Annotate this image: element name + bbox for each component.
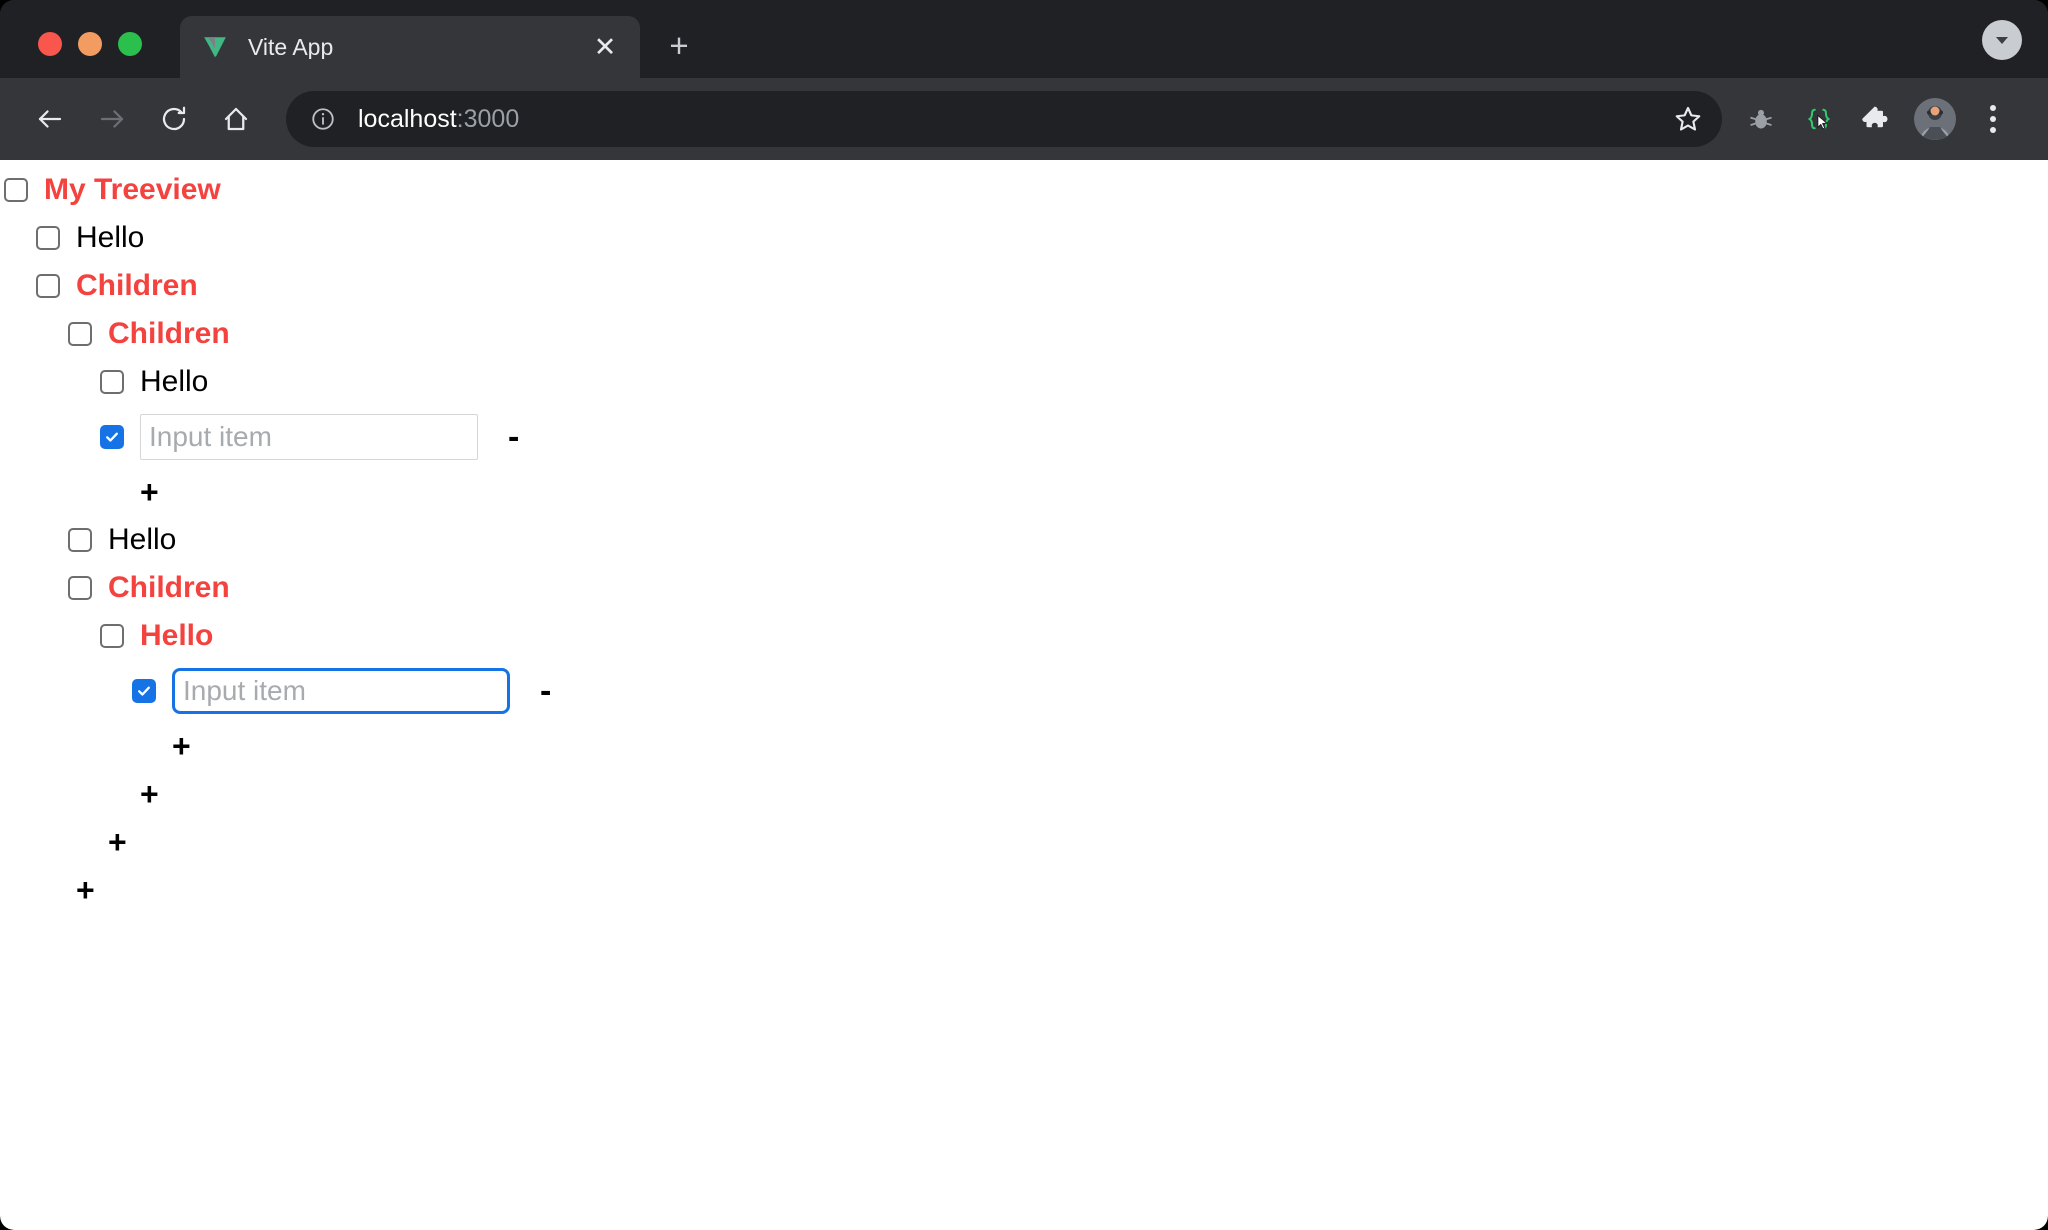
- tree-item-label: Hello: [140, 619, 214, 652]
- page-content: My Treeview Hello Children Children Hello - + H…: [0, 160, 2048, 1230]
- url-host: localhost: [358, 104, 457, 133]
- traffic-lights: [0, 32, 142, 78]
- tab-title: Vite App: [248, 35, 334, 59]
- add-item-button-row: +: [0, 866, 2048, 914]
- tree-node-row: Children: [0, 564, 2048, 612]
- tree-item-checkbox[interactable]: [68, 528, 92, 552]
- puzzle-extensions-icon[interactable]: [1848, 90, 1906, 148]
- avatar-image: [1914, 98, 1956, 140]
- tree-item-checkbox[interactable]: [100, 624, 124, 648]
- tabstrip-right-controls: [1982, 20, 2048, 78]
- tree-node-row: Hello: [0, 516, 2048, 564]
- tree-item-input[interactable]: [172, 668, 510, 714]
- remove-item-button[interactable]: -: [540, 674, 551, 708]
- tree-node-row: Hello: [0, 214, 2048, 262]
- reload-button[interactable]: [146, 91, 202, 147]
- url-text: localhost:3000: [358, 104, 520, 133]
- home-button[interactable]: [208, 91, 264, 147]
- tree-item-checkbox[interactable]: [4, 178, 28, 202]
- info-circle-icon[interactable]: [308, 104, 338, 134]
- new-tab-button[interactable]: +: [654, 20, 704, 70]
- treeview: My Treeview Hello Children Children Hello - + H…: [0, 160, 2048, 914]
- tree-item-label: Hello: [108, 523, 177, 556]
- tree-input-row: -: [0, 406, 2048, 468]
- add-item-button[interactable]: +: [140, 778, 159, 810]
- add-item-button-row: +: [0, 468, 2048, 516]
- url-port: :3000: [456, 104, 520, 133]
- tree-node-row: Hello: [0, 612, 2048, 660]
- browser-toolbar: localhost:3000: [0, 78, 2048, 160]
- avatar[interactable]: [1906, 90, 1964, 148]
- add-item-button[interactable]: +: [108, 826, 127, 858]
- tree-item-checkbox[interactable]: [100, 425, 124, 449]
- code-cursor-extension-icon[interactable]: [1790, 90, 1848, 148]
- back-button[interactable]: [22, 91, 78, 147]
- tree-item-label: Children: [108, 571, 230, 604]
- tree-node-row: Hello: [0, 358, 2048, 406]
- add-item-button[interactable]: +: [140, 476, 159, 508]
- add-item-button-row: +: [0, 722, 2048, 770]
- tree-input-row: -: [0, 660, 2048, 722]
- maximize-window-button[interactable]: [118, 32, 142, 56]
- tree-item-checkbox[interactable]: [100, 370, 124, 394]
- browser-tab[interactable]: Vite App ✕: [180, 16, 640, 78]
- add-item-button-row: +: [0, 818, 2048, 866]
- tree-item-input[interactable]: [140, 414, 478, 460]
- tree-item-checkbox[interactable]: [68, 322, 92, 346]
- tree-item-checkbox[interactable]: [68, 576, 92, 600]
- vite-vue-logo-icon: [202, 34, 228, 60]
- tree-item-checkbox[interactable]: [132, 679, 156, 703]
- toolbar-actions: [1732, 90, 2022, 148]
- tree-item-checkbox[interactable]: [36, 226, 60, 250]
- kebab-dots: [1990, 105, 1996, 133]
- tree-item-checkbox[interactable]: [36, 274, 60, 298]
- tree-node-row: Children: [0, 310, 2048, 358]
- minimize-window-button[interactable]: [78, 32, 102, 56]
- remove-item-button[interactable]: -: [508, 420, 519, 454]
- tab-strip: Vite App ✕ +: [0, 0, 2048, 78]
- add-item-button[interactable]: +: [76, 874, 95, 906]
- address-bar[interactable]: localhost:3000: [286, 91, 1722, 147]
- tree-node-row: Children: [0, 262, 2048, 310]
- add-item-button[interactable]: +: [172, 730, 191, 762]
- star-icon[interactable]: [1664, 95, 1712, 143]
- kebab-menu-icon[interactable]: [1964, 90, 2022, 148]
- close-tab-button[interactable]: ✕: [588, 30, 622, 64]
- tree-item-label: Children: [108, 317, 230, 350]
- tree-item-label: Children: [76, 269, 198, 302]
- tree-item-label: Hello: [140, 365, 209, 398]
- close-window-button[interactable]: [38, 32, 62, 56]
- tree-item-label: My Treeview: [44, 173, 221, 206]
- chevron-down-icon[interactable]: [1982, 20, 2022, 60]
- browser-window: Vite App ✕ + localhost:3000 My Treeview …: [0, 0, 2048, 1230]
- add-item-button-row: +: [0, 770, 2048, 818]
- tree-node-row: My Treeview: [0, 166, 2048, 214]
- forward-button[interactable]: [84, 91, 140, 147]
- tree-item-label: Hello: [76, 221, 145, 254]
- bug-icon[interactable]: [1732, 90, 1790, 148]
